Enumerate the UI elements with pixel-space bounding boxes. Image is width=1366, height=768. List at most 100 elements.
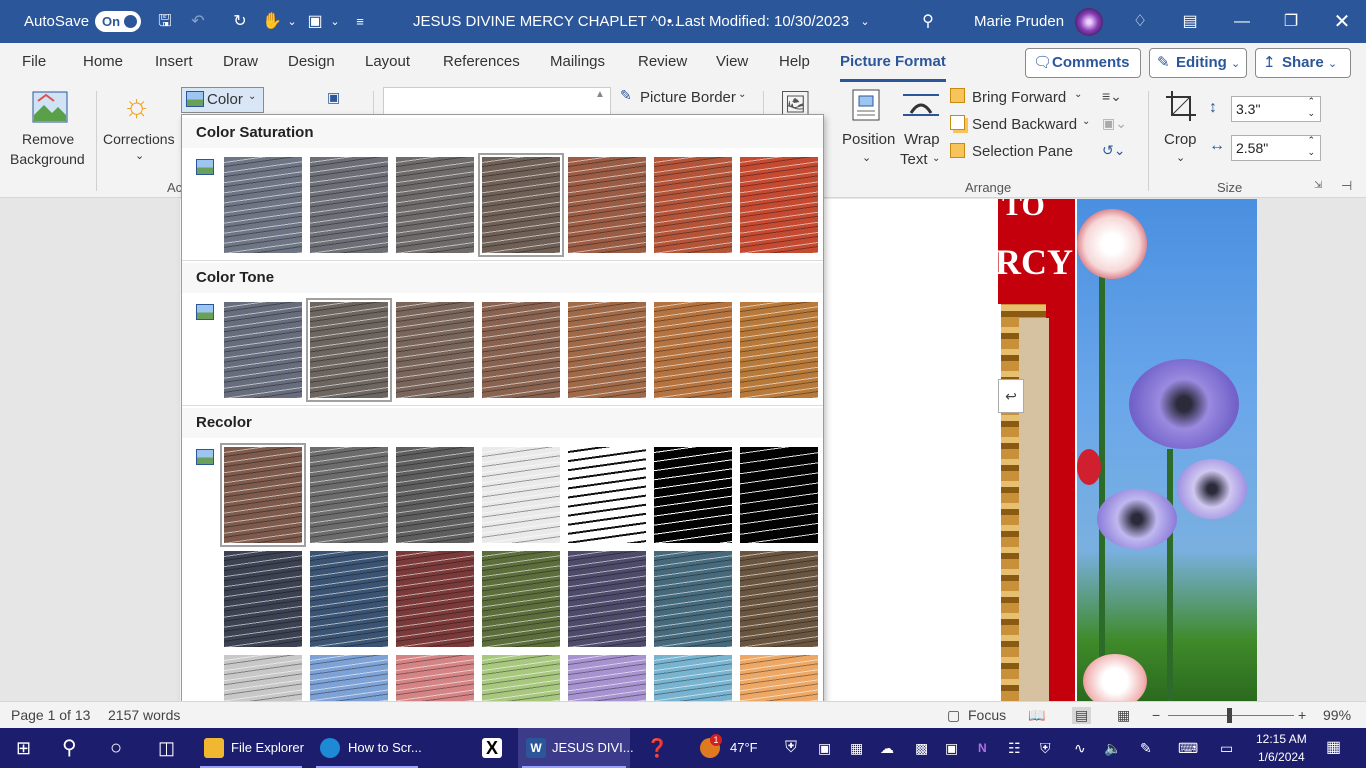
align-icon[interactable]: ≡⌄ [1102, 88, 1122, 105]
spin-buttons-icon[interactable]: ⌃ ⌄ [1307, 95, 1315, 119]
tone-swatch[interactable] [654, 302, 732, 398]
send-backward-button[interactable]: Send Backward ⌄ [950, 115, 1093, 137]
saturation-swatch[interactable] [568, 157, 646, 253]
tone-swatch[interactable] [482, 302, 560, 398]
task-view-icon[interactable]: ◫ [158, 728, 175, 768]
read-mode-icon[interactable]: 📖 [1028, 707, 1045, 724]
touch-mode-icon[interactable]: ✋ [262, 12, 282, 32]
recolor-swatch[interactable] [482, 551, 560, 647]
focus-button[interactable]: Focus [968, 707, 1006, 723]
tab-review[interactable]: Review [638, 53, 687, 70]
recolor-swatch[interactable] [568, 447, 646, 543]
picture-border-button[interactable]: ✎ Picture Border ⌄ [618, 87, 754, 109]
security-icon[interactable]: ⛨ [1040, 728, 1051, 768]
avatar[interactable] [1075, 8, 1103, 36]
recolor-swatch[interactable] [568, 551, 646, 647]
user-name[interactable]: Marie Pruden [974, 0, 1064, 43]
chevron-down-icon[interactable]: ⌄ [855, 12, 875, 32]
saturation-swatch[interactable] [224, 157, 302, 253]
taskbar-file-explorer[interactable]: File Explorer [196, 728, 306, 768]
editing-button[interactable]: ✎ Editing ⌄ [1149, 48, 1247, 78]
chevron-down-icon[interactable]: ⌄ [325, 12, 345, 32]
pin-ribbon-icon[interactable]: ⊣ [1341, 178, 1352, 194]
tab-insert[interactable]: Insert [155, 53, 193, 70]
recolor-swatch[interactable] [310, 551, 388, 647]
color-button[interactable]: Color ⌄ [181, 87, 264, 113]
share-button[interactable]: ↥ Share ⌄ [1255, 48, 1351, 78]
dialog-launcher-icon[interactable]: ⇲ [1314, 180, 1322, 191]
comments-button[interactable]: 🗨 Comments [1025, 48, 1141, 78]
word-count[interactable]: 2157 words [108, 707, 180, 723]
cortana-icon[interactable]: ○ [110, 728, 122, 768]
recolor-swatch[interactable] [220, 443, 306, 547]
clock-date[interactable]: 1/6/2024 [1258, 749, 1305, 765]
recolor-swatch[interactable] [740, 447, 818, 543]
onenote-icon[interactable]: N [978, 728, 987, 768]
customize-toolbar-icon[interactable]: ≡ [350, 12, 370, 32]
defender-icon[interactable]: ⛨ [785, 728, 797, 768]
volume-icon[interactable]: 🔈 [1104, 728, 1121, 768]
pen-icon[interactable]: ✎ [1140, 728, 1152, 768]
document-title[interactable]: JESUS DIVINE MERCY CHAPLET ^0... [413, 0, 679, 43]
search-icon[interactable]: ⚲ [918, 12, 938, 32]
windows-start-icon[interactable]: ⊞ [16, 728, 31, 768]
tone-swatch[interactable] [568, 302, 646, 398]
recolor-swatch[interactable] [740, 551, 818, 647]
clock-time[interactable]: 12:15 AM [1256, 731, 1307, 747]
tone-swatch[interactable] [306, 298, 392, 402]
taskbar-x[interactable]: X [470, 728, 514, 768]
help-icon[interactable]: ❓ [646, 728, 668, 768]
web-layout-icon[interactable]: ▦ [1117, 707, 1130, 724]
page-count[interactable]: Page 1 of 13 [11, 707, 90, 723]
notifications-icon[interactable]: ▦ [1326, 728, 1341, 768]
zoom-level[interactable]: 99% [1323, 707, 1351, 723]
teams-icon[interactable]: ▣ [818, 728, 831, 768]
tone-swatch[interactable] [224, 302, 302, 398]
print-layout-icon[interactable]: ▤ [1072, 707, 1092, 724]
search-icon[interactable]: ⚲ [62, 728, 77, 768]
wrap-text-button[interactable]: Wrap Text ⌄ [897, 87, 947, 177]
tab-view[interactable]: View [716, 53, 748, 70]
saturation-swatch[interactable] [478, 153, 564, 257]
picture-styles-gallery[interactable] [383, 87, 611, 117]
tab-layout[interactable]: Layout [365, 53, 410, 70]
shape-height-input[interactable]: 3.3" ⌃ ⌄ [1231, 96, 1321, 122]
redo-icon[interactable]: ↻ [230, 12, 250, 32]
tab-file[interactable]: File [22, 53, 46, 70]
saturation-swatch[interactable] [740, 157, 818, 253]
text-box-icon[interactable]: ▣ [305, 12, 325, 32]
undo-icon[interactable]: ↶ [188, 12, 208, 32]
tab-home[interactable]: Home [83, 53, 123, 70]
screen-icon[interactable]: ▩ [915, 728, 928, 768]
taskbar-weather[interactable]: 1 47°F [694, 728, 764, 768]
tab-mailings[interactable]: Mailings [550, 53, 605, 70]
zoom-thumb[interactable] [1227, 708, 1232, 723]
gallery-scroll-up-icon[interactable]: ▲ [595, 89, 605, 100]
tab-references[interactable]: References [443, 53, 520, 70]
crop-button[interactable]: Crop ⌄ [1156, 87, 1206, 177]
keyboard-icon[interactable]: ⌨ [1178, 728, 1198, 768]
tab-design[interactable]: Design [288, 53, 335, 70]
remove-background-button[interactable]: Remove Background [6, 87, 94, 177]
chevron-down-icon[interactable]: ⌄ [282, 12, 302, 32]
compress-pictures-icon[interactable]: ▣ [327, 89, 340, 106]
rotate-icon[interactable]: ↺⌄ [1102, 142, 1125, 159]
zoom-out-icon[interactable]: − [1152, 707, 1160, 723]
diamond-icon[interactable]: ♢ [1130, 12, 1150, 32]
recolor-swatch[interactable] [654, 447, 732, 543]
tone-swatch[interactable] [740, 302, 818, 398]
wifi-icon[interactable]: ∿ [1074, 728, 1086, 768]
focus-icon[interactable]: ▢ [947, 707, 960, 724]
ribbon-display-icon[interactable]: ▤ [1180, 12, 1200, 32]
flower-picture[interactable] [1077, 199, 1257, 701]
recolor-swatch[interactable] [310, 447, 388, 543]
autosave-toggle[interactable]: On [95, 11, 141, 32]
connect-icon[interactable]: ☷ [1008, 728, 1021, 768]
minimize-icon[interactable]: — [1232, 12, 1252, 32]
recolor-swatch[interactable] [482, 447, 560, 543]
saturation-swatch[interactable] [310, 157, 388, 253]
zoom-in-icon[interactable]: + [1298, 707, 1306, 723]
tone-swatch[interactable] [396, 302, 474, 398]
taskbar-edge[interactable]: How to Scr... [312, 728, 422, 768]
recolor-swatch[interactable] [224, 551, 302, 647]
